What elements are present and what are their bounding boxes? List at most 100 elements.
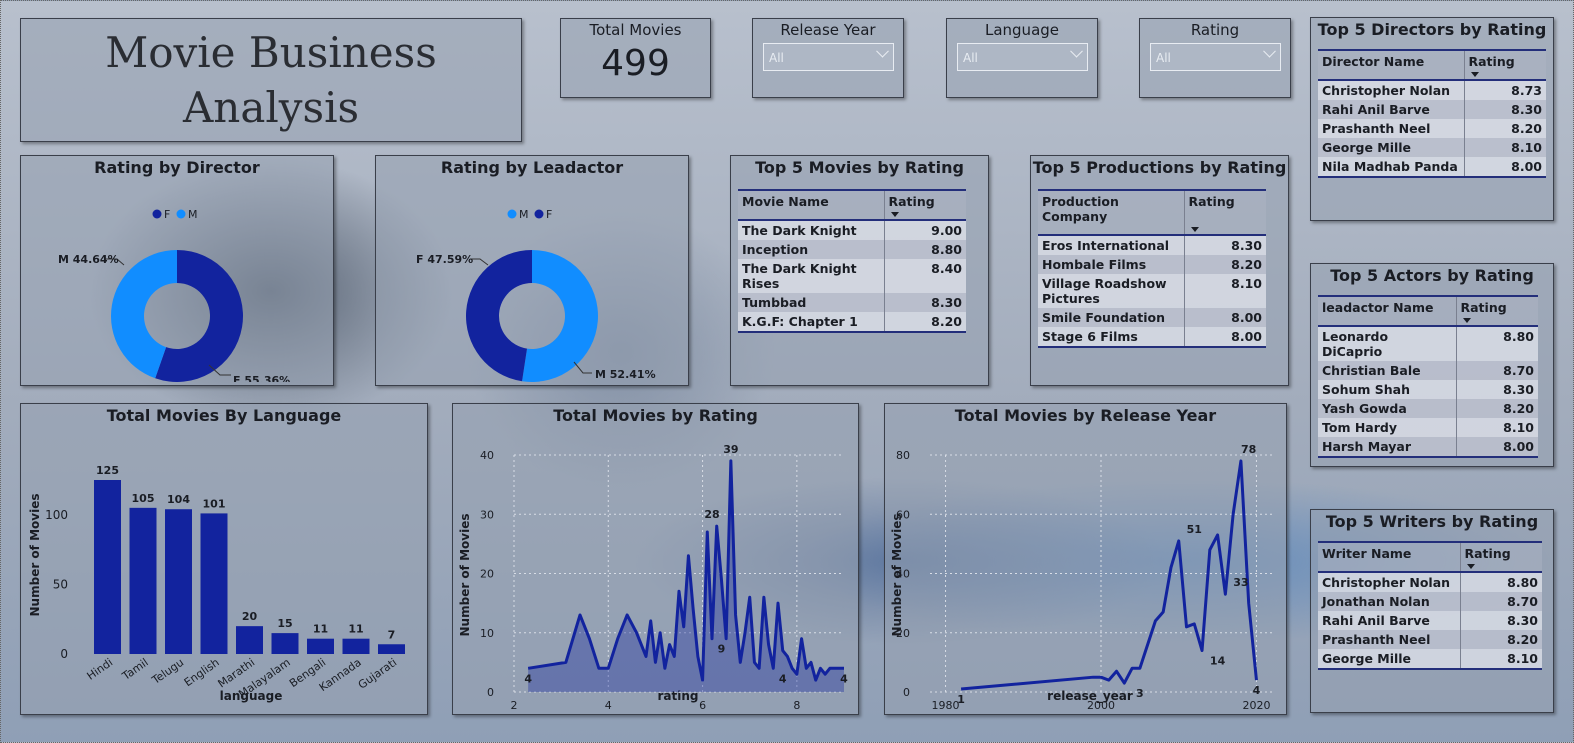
column-header[interactable]: Movie Name — [738, 189, 884, 221]
movies-by-release-year-card: Total Movies by Release Year Number of M… — [884, 403, 1287, 715]
column-header-sorted[interactable]: Rating — [1463, 49, 1546, 81]
column-header[interactable]: leadactor Name — [1318, 295, 1456, 327]
table-row[interactable]: Christian Bale 8.70 — [1318, 361, 1538, 380]
kpi-label: Total Movies — [589, 21, 682, 39]
data-label: 14 — [1210, 655, 1226, 668]
table-row[interactable]: Tom Hardy 8.10 — [1318, 418, 1538, 437]
column-header-sorted[interactable]: Rating — [1459, 541, 1542, 573]
cell: Harsh Mayar — [1318, 437, 1456, 458]
release-year-dropdown[interactable]: All — [763, 43, 894, 71]
bar[interactable] — [342, 638, 370, 654]
column-header[interactable]: Director Name — [1318, 49, 1464, 81]
table-row[interactable]: Eros International 8.30 — [1038, 235, 1266, 255]
cell: 9.00 — [883, 220, 966, 240]
column-header-sorted[interactable]: Rating — [1183, 189, 1266, 236]
bar[interactable] — [378, 644, 405, 654]
cell: 8.00 — [1463, 157, 1546, 178]
table-row[interactable]: Village Roadshow Pictures 8.10 — [1038, 274, 1266, 308]
table-row[interactable]: Smile Foundation 8.00 — [1038, 308, 1266, 327]
movies-by-rating-card: Total Movies by Rating Number of Movies … — [452, 403, 859, 715]
table-row[interactable]: Leonardo DiCaprio 8.80 — [1318, 326, 1538, 361]
chevron-down-icon[interactable] — [876, 44, 889, 58]
rating-dropdown[interactable]: All — [1150, 43, 1281, 71]
table-title: Top 5 Writers by Rating — [1325, 512, 1539, 531]
cell: Christian Bale — [1318, 361, 1456, 380]
language-dropdown[interactable]: All — [957, 43, 1088, 71]
slicer-release-year[interactable]: Release Year All — [752, 18, 904, 98]
table-title: Top 5 Directors by Rating — [1317, 20, 1547, 39]
table-row[interactable]: Rahi Anil Barve 8.30 — [1318, 100, 1546, 119]
chevron-down-icon[interactable] — [1263, 44, 1276, 58]
column-header-label: Rating — [1464, 546, 1511, 561]
y-tick-label: 10 — [480, 627, 494, 640]
data-label: 125 — [96, 464, 119, 477]
slicer-rating[interactable]: Rating All — [1139, 18, 1291, 98]
chart-title: Rating by Director — [94, 158, 260, 177]
cell: Nila Madhab Panda — [1318, 157, 1464, 178]
top-productions-card: Top 5 Productions by Rating Production C… — [1030, 155, 1289, 386]
table-row[interactable]: The Dark Knight Rises 8.40 — [738, 259, 966, 293]
cell: Stage 6 Films — [1038, 327, 1184, 348]
table-row[interactable]: Christopher Nolan 8.80 — [1318, 572, 1542, 592]
column-header-label: Rating — [1468, 54, 1515, 69]
legend-marker — [534, 209, 544, 219]
table-row[interactable]: George Mille 8.10 — [1318, 649, 1542, 670]
table-row[interactable]: Prashanth Neel 8.20 — [1318, 630, 1542, 649]
legend-label: F — [546, 208, 552, 221]
cell: Rahi Anil Barve — [1318, 100, 1464, 119]
bar[interactable] — [307, 638, 334, 654]
bar[interactable] — [236, 626, 263, 654]
column-header[interactable]: Writer Name — [1318, 541, 1460, 573]
data-label: 4 — [524, 672, 532, 685]
table-row[interactable]: Christopher Nolan 8.73 — [1318, 80, 1546, 100]
cell: 8.30 — [1183, 235, 1266, 255]
top-writers-card: Top 5 Writers by Rating Writer Name Rati… — [1310, 509, 1554, 713]
donut-slice-f[interactable] — [466, 250, 532, 382]
rating-by-leadactor-card: Rating by Leadactor M F F 47.59% M 52.41… — [375, 155, 689, 386]
table-row[interactable]: Rahi Anil Barve 8.30 — [1318, 611, 1542, 630]
dropdown-value: All — [1156, 51, 1171, 65]
cell: 8.20 — [883, 312, 966, 333]
chevron-down-icon[interactable] — [1070, 44, 1083, 58]
table-row[interactable]: Hombale Films 8.20 — [1038, 255, 1266, 274]
table-row[interactable]: Harsh Mayar 8.00 — [1318, 437, 1538, 458]
column-header[interactable]: Production Company — [1038, 189, 1184, 236]
y-tick-label: 0 — [487, 686, 494, 699]
donut-slice-m[interactable] — [522, 250, 598, 382]
cell: 8.30 — [1455, 380, 1538, 399]
bar[interactable] — [271, 633, 299, 654]
y-tick-label: 40 — [480, 449, 494, 462]
bar[interactable] — [165, 509, 192, 654]
data-label: 11 — [348, 623, 363, 636]
rating-by-director-card: Rating by Director F M M 44.64% F 55.36% — [20, 155, 334, 387]
sort-descending-icon — [1462, 318, 1471, 323]
cell: 8.10 — [1455, 418, 1538, 437]
table-row[interactable]: Sohum Shah 8.30 — [1318, 380, 1538, 399]
table-row[interactable]: K.G.F: Chapter 1 8.20 — [738, 312, 966, 333]
column-header-sorted[interactable]: Rating — [1455, 295, 1538, 327]
legend-label: M — [188, 208, 198, 221]
table-row[interactable]: Jonathan Nolan 8.70 — [1318, 592, 1542, 611]
slice-label: F 47.59% — [416, 253, 473, 266]
slice-label: F 55.36% — [233, 374, 290, 382]
table-row[interactable]: Tumbbad 8.30 — [738, 293, 966, 312]
cell: Eros International — [1038, 235, 1184, 255]
slicer-language[interactable]: Language All — [946, 18, 1098, 98]
chart-title: Total Movies by Rating — [553, 406, 758, 425]
cell: George Mille — [1318, 649, 1460, 670]
column-header-sorted[interactable]: Rating — [883, 189, 966, 221]
table-row[interactable]: George Mille 8.10 — [1318, 138, 1546, 157]
table-row[interactable]: Inception 8.80 — [738, 240, 966, 259]
table-row[interactable]: Nila Madhab Panda 8.00 — [1318, 157, 1546, 178]
cell: 8.20 — [1455, 399, 1538, 418]
table-row[interactable]: The Dark Knight 9.00 — [738, 220, 966, 240]
table-row[interactable]: Yash Gowda 8.20 — [1318, 399, 1538, 418]
bar[interactable] — [94, 480, 121, 654]
table-row[interactable]: Prashanth Neel 8.20 — [1318, 119, 1546, 138]
table-title: Top 5 Actors by Rating — [1330, 266, 1534, 285]
bar[interactable] — [129, 507, 157, 654]
bar[interactable] — [200, 513, 228, 654]
cell: Inception — [738, 240, 884, 259]
x-tick-label: Tamil — [119, 656, 151, 684]
table-row[interactable]: Stage 6 Films 8.00 — [1038, 327, 1266, 348]
